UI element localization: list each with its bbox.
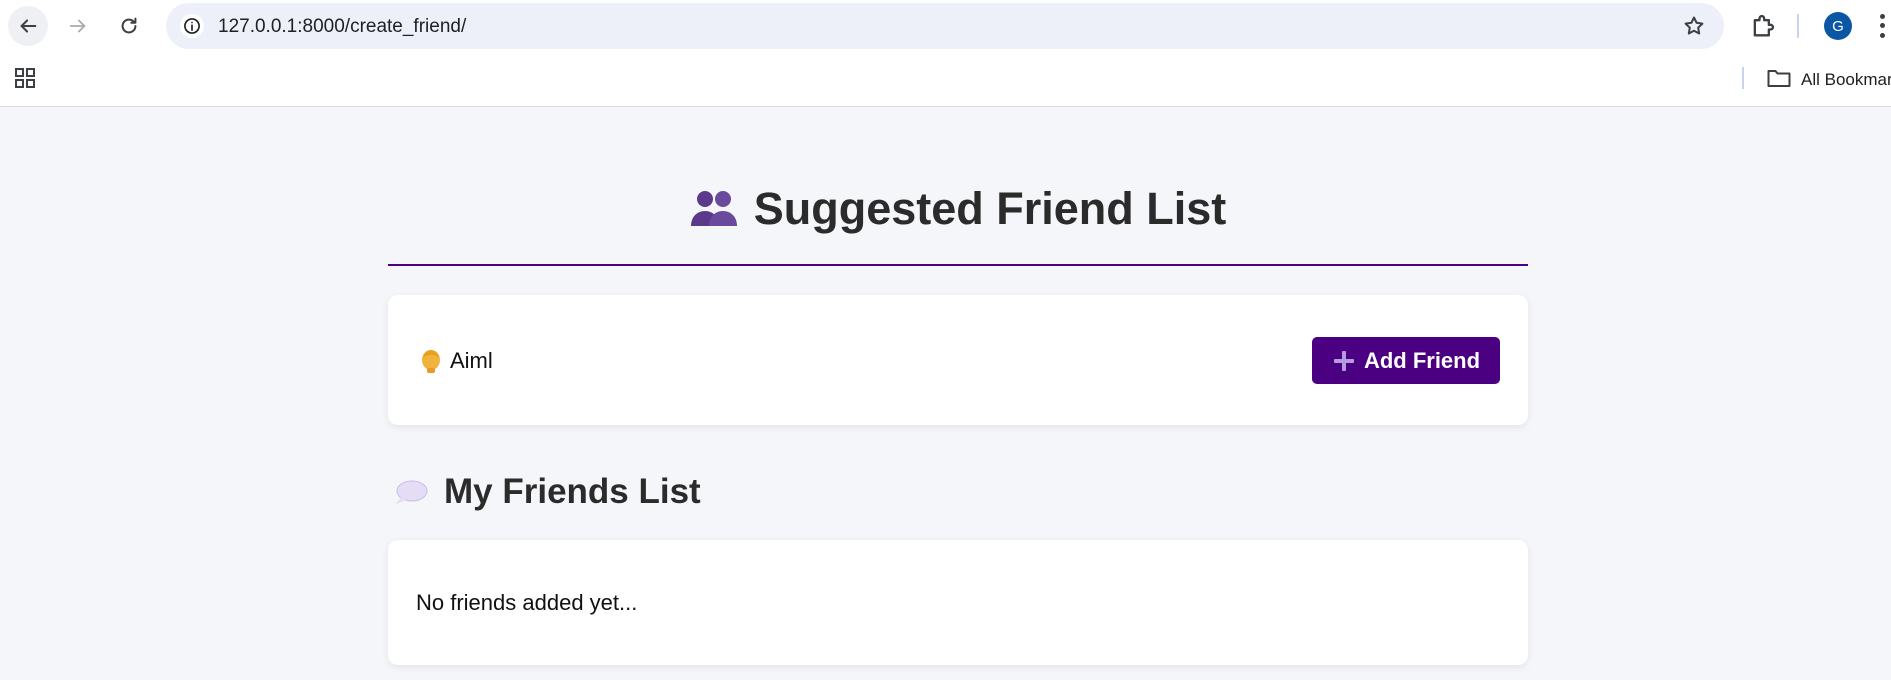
star-icon[interactable] [1682, 14, 1706, 38]
reload-icon [121, 17, 137, 34]
person-icon [422, 350, 440, 373]
apps-grid-icon[interactable] [13, 66, 37, 90]
plus-icon [1333, 350, 1354, 371]
profile-avatar[interactable]: G [1824, 12, 1852, 40]
suggested-friend-card: Aiml Add Friend [388, 295, 1528, 425]
folder-icon[interactable] [1766, 66, 1792, 90]
page-title: Suggested Friend List [388, 183, 1528, 235]
browser-toolbar: 127.0.0.1:8000/create_friend/ G [0, 0, 1891, 52]
friends-list-card: No friends added yet... [388, 540, 1528, 665]
page-title-text: Suggested Friend List [753, 183, 1227, 234]
back-button[interactable] [8, 6, 48, 46]
reload-button[interactable] [108, 6, 150, 46]
toolbar-divider [1797, 14, 1799, 38]
page-content: Suggested Friend List Aiml Add Friend My… [0, 107, 1891, 680]
title-divider [388, 264, 1528, 266]
add-friend-button[interactable]: Add Friend [1312, 337, 1500, 384]
info-icon[interactable] [180, 14, 204, 38]
puzzle-icon[interactable] [1749, 12, 1777, 40]
kebab-menu-icon[interactable] [1876, 12, 1888, 40]
empty-friends-message: No friends added yet... [416, 590, 638, 615]
suggested-friend-item: Aiml [420, 348, 493, 374]
forward-button[interactable] [57, 6, 99, 46]
address-bar[interactable]: 127.0.0.1:8000/create_friend/ [166, 3, 1724, 49]
arrow-left-icon [20, 19, 37, 33]
all-bookmarks-link[interactable]: All Bookmarks [1801, 70, 1891, 90]
arrow-right-icon [69, 19, 86, 33]
speech-bubble-icon [396, 480, 428, 504]
friend-name: Aiml [450, 348, 493, 373]
bookmarks-divider [1742, 67, 1744, 89]
friends-section-title: My Friends List [394, 472, 701, 512]
bookmarks-bar: All Bookmarks [0, 52, 1891, 107]
add-friend-label: Add Friend [1363, 347, 1481, 373]
url-text[interactable]: 127.0.0.1:8000/create_friend/ [218, 16, 466, 38]
friends-section-title-text: My Friends List [444, 472, 701, 511]
two-people-icon [690, 191, 737, 226]
